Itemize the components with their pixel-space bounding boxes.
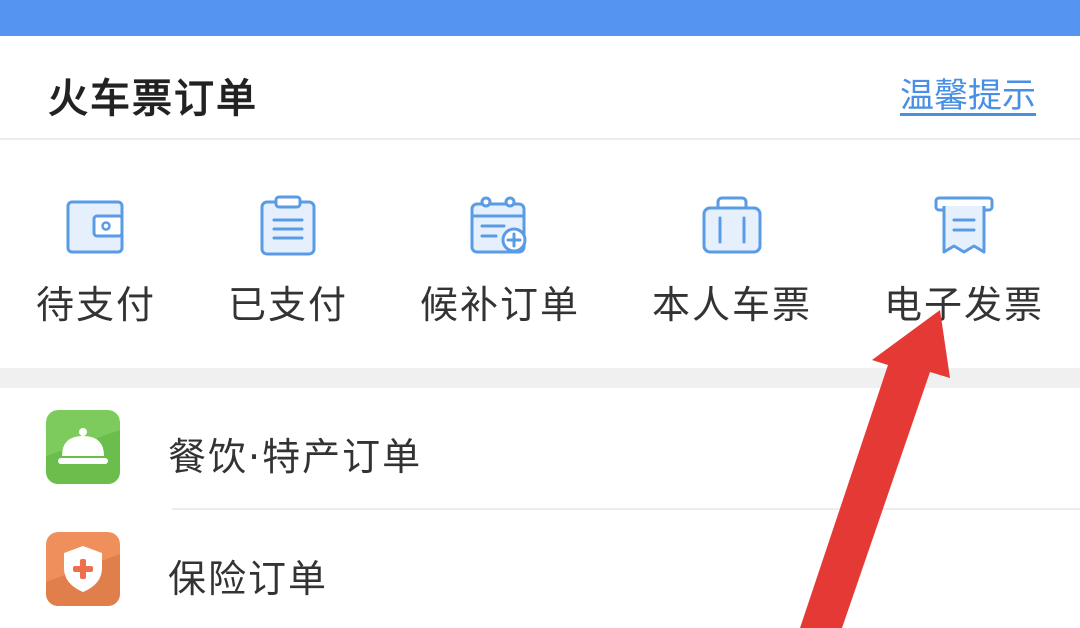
- tab-my-tickets[interactable]: 本人车票: [632, 142, 832, 368]
- clipboard-icon: [260, 195, 316, 256]
- service-bell-icon: [46, 410, 120, 484]
- list-item-insurance-orders[interactable]: 保险订单: [0, 510, 1080, 628]
- receipt-icon: [934, 196, 994, 254]
- suitcase-icon: [702, 196, 762, 254]
- list-divider: [172, 508, 1080, 510]
- tab-label: 待支付: [35, 283, 156, 327]
- calendar-add-icon: [470, 196, 527, 254]
- list-item-food-orders[interactable]: 餐饮·特产订单: [0, 388, 1080, 508]
- list-item-label: 保险订单: [168, 557, 329, 601]
- top-status-bar: [0, 0, 1080, 36]
- tab-e-invoice[interactable]: 电子发票: [864, 142, 1064, 368]
- shield-plus-icon: [46, 532, 120, 606]
- wallet-icon: [66, 200, 124, 254]
- list-item-label: 餐饮·特产订单: [168, 435, 423, 479]
- tab-waitlist-orders[interactable]: 候补订单: [400, 142, 600, 368]
- tab-label: 已支付: [227, 283, 348, 327]
- tab-label: 本人车票: [651, 283, 812, 327]
- tab-pending-payment[interactable]: 待支付: [0, 142, 196, 368]
- page-title: 火车票订单: [48, 76, 258, 122]
- header: 火车票订单 温馨提示: [0, 36, 1080, 140]
- tab-label: 候补订单: [419, 283, 580, 327]
- tips-link[interactable]: 温馨提示: [900, 68, 1036, 117]
- order-category-tabs: 待支付 已支付 候补订单 本人车票 电子发票: [0, 142, 1080, 368]
- tab-paid[interactable]: 已支付: [188, 142, 388, 368]
- section-gap: [0, 368, 1080, 388]
- train-ticket-orders-page: 火车票订单 温馨提示 待支付 已支付 候补订单 本人车票 电子发票 餐饮·特产订…: [0, 0, 1080, 628]
- tab-label: 电子发票: [883, 283, 1044, 327]
